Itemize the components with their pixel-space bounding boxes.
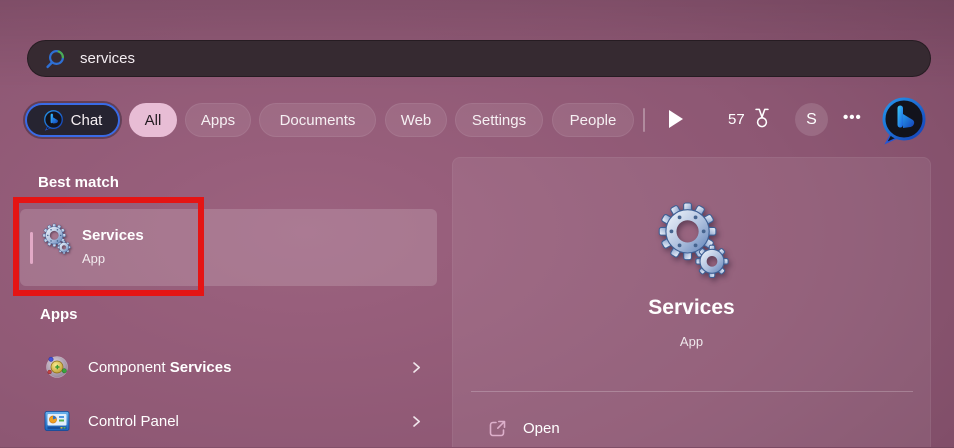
chevron-right-icon[interactable]	[410, 414, 423, 429]
search-bar[interactable]	[27, 40, 931, 77]
services-gears-icon	[40, 222, 72, 259]
chevron-right-icon[interactable]	[410, 360, 423, 375]
search-input[interactable]	[80, 50, 914, 67]
open-external-icon	[487, 418, 508, 439]
rewards-count: 57	[728, 111, 745, 128]
apps-section-header: Apps	[40, 306, 78, 323]
filter-tab-all[interactable]: All	[129, 103, 177, 137]
search-icon	[44, 48, 66, 70]
filter-tab-label: People	[570, 112, 617, 129]
control-panel-icon	[44, 408, 70, 434]
app-row-component-services[interactable]: Component Services	[20, 344, 437, 390]
rewards-medal-icon	[751, 107, 773, 131]
result-title: Services	[82, 226, 144, 246]
rewards-button[interactable]: 57	[728, 107, 773, 131]
filter-tab-documents[interactable]: Documents	[259, 103, 376, 137]
filter-tab-settings[interactable]: Settings	[455, 103, 543, 137]
preview-type: App	[453, 334, 930, 349]
filter-tab-people[interactable]: People	[552, 103, 634, 137]
play-icon	[667, 109, 685, 129]
component-services-icon	[44, 354, 70, 380]
open-action[interactable]: Open	[471, 408, 913, 448]
bing-logo-icon	[880, 95, 928, 145]
best-match-result-services[interactable]: Services App	[20, 209, 437, 286]
filter-chat-button[interactable]: Chat	[25, 103, 120, 137]
preview-panel: Services App Open	[452, 157, 931, 447]
filter-tab-label: All	[145, 112, 162, 129]
open-label: Open	[523, 420, 560, 437]
app-row-label: Component Services	[88, 359, 392, 376]
app-row-control-panel[interactable]: Control Panel	[20, 398, 437, 444]
selection-indicator	[30, 232, 33, 264]
play-button[interactable]	[667, 109, 685, 129]
more-options-button[interactable]: •••	[843, 109, 862, 126]
app-row-label: Control Panel	[88, 413, 392, 430]
filter-tab-label: Apps	[201, 112, 235, 129]
ellipsis-icon: •••	[843, 109, 862, 126]
divider	[471, 391, 913, 392]
filter-tab-label: Web	[401, 112, 432, 129]
filter-chat-label: Chat	[71, 112, 103, 129]
filter-tab-apps[interactable]: Apps	[185, 103, 251, 137]
filter-tab-label: Settings	[472, 112, 526, 129]
filter-tab-web[interactable]: Web	[385, 103, 447, 137]
result-type: App	[82, 251, 144, 266]
filter-tab-label: Documents	[280, 112, 356, 129]
bing-chat-logo-button[interactable]	[880, 95, 928, 150]
best-match-header: Best match	[38, 174, 119, 191]
account-avatar[interactable]: S	[795, 103, 828, 136]
bing-chat-icon	[43, 109, 64, 131]
account-initial: S	[806, 111, 817, 129]
preview-title: Services	[453, 296, 930, 320]
filter-separator	[643, 108, 645, 132]
services-gears-icon-large	[652, 198, 732, 283]
